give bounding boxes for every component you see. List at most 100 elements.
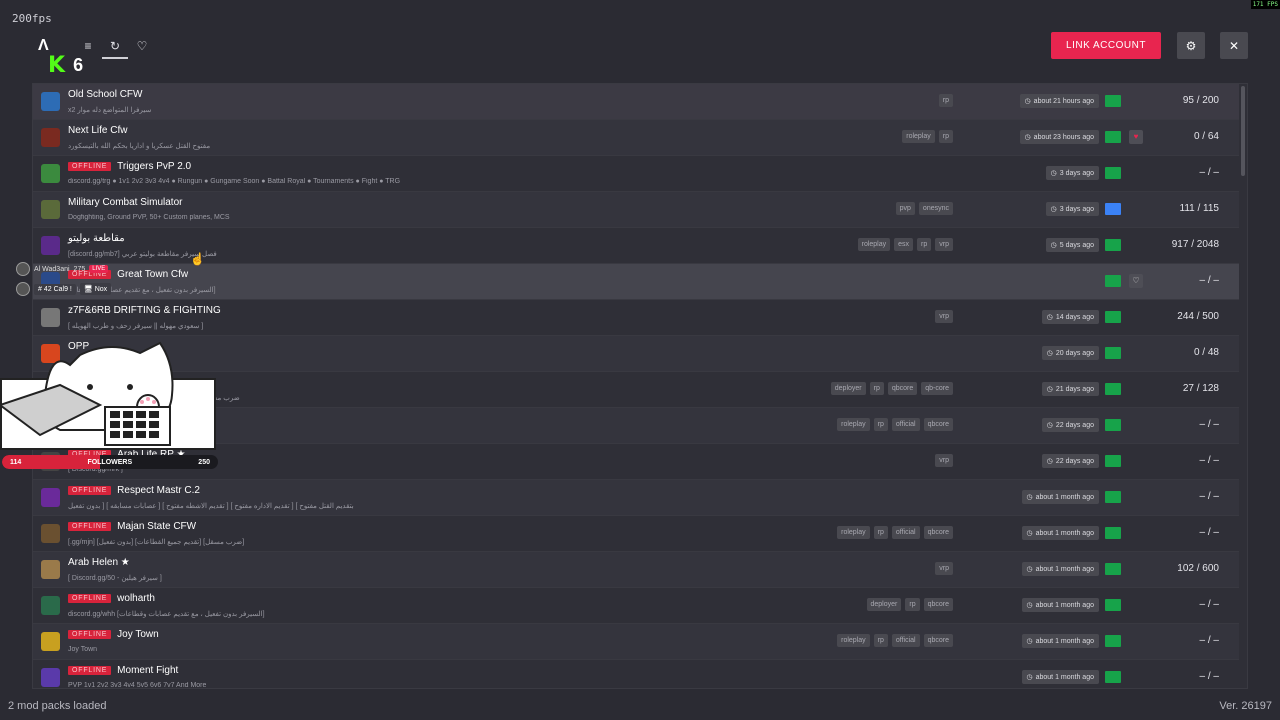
server-logo-icon bbox=[41, 524, 60, 543]
server-tag[interactable]: esx bbox=[894, 238, 914, 251]
server-row[interactable]: OFFLINE Moment Fight PVP 1v1 2v2 3v3 4v4 5… bbox=[33, 660, 1239, 688]
favorite-heart-icon[interactable]: ♥ bbox=[1129, 130, 1143, 144]
server-tag[interactable]: official bbox=[891, 418, 920, 431]
clock-icon: ◷ bbox=[1050, 242, 1057, 249]
server-tag[interactable]: rp bbox=[917, 238, 932, 251]
server-tag[interactable]: vrp bbox=[935, 454, 953, 467]
server-tag[interactable]: rp bbox=[873, 418, 888, 431]
close-icon[interactable]: ✕ bbox=[1220, 32, 1248, 59]
server-tags: vrp bbox=[935, 310, 953, 323]
server-tags: roleplay rp official qbcore bbox=[837, 526, 953, 539]
server-tag[interactable]: official bbox=[891, 526, 920, 539]
history-icon[interactable]: ↻ bbox=[107, 38, 123, 54]
server-description: x2 سيرفرا المتواضع دله موار bbox=[68, 107, 152, 114]
server-tag[interactable]: rp bbox=[905, 598, 920, 611]
avatar bbox=[16, 282, 30, 296]
server-logo-icon bbox=[41, 668, 60, 687]
server-row[interactable]: OFFLINE Joy Town Joy Town roleplay rp officia… bbox=[33, 624, 1239, 660]
server-tags: roleplay esx rp vrp bbox=[857, 238, 953, 251]
server-logo-icon bbox=[41, 128, 60, 147]
server-description: [ Discord.gg/50 - سيرفر هيلين ] bbox=[68, 575, 162, 582]
server-tag[interactable]: vrp bbox=[935, 238, 953, 251]
live-tag: 🖥 Nox bbox=[79, 283, 112, 295]
server-tag[interactable]: qb-core bbox=[921, 382, 953, 395]
server-tag[interactable]: qbcore bbox=[923, 634, 953, 647]
last-seen-badge: ◷ about 23 hours ago bbox=[1019, 130, 1099, 144]
settings-icon[interactable]: ⚙ bbox=[1177, 32, 1205, 59]
fps-counter: 200fps bbox=[12, 12, 52, 25]
scrollbar[interactable] bbox=[1241, 86, 1245, 176]
last-seen-text: 3 days ago bbox=[1059, 205, 1094, 213]
live-tags-row: # 42 Cal9 ! 🖥 Nox bbox=[16, 279, 141, 299]
clock-icon: ◷ bbox=[1026, 566, 1033, 573]
server-row[interactable]: OFFLINE Respect Mastr C.2 بتقديم القتل مفت… bbox=[33, 480, 1239, 516]
server-row[interactable]: Arab Helen ★ [ Discord.gg/50 - سيرفر هيلي… bbox=[33, 552, 1239, 588]
server-tag[interactable]: pvp bbox=[895, 202, 915, 215]
server-row[interactable]: مقاطعة بوليتو [discord.gg/mb7] فصل سيرفر … bbox=[33, 228, 1239, 264]
player-count: 111 / 115 bbox=[1179, 203, 1219, 214]
last-seen-text: 20 days ago bbox=[1055, 349, 1094, 357]
country-flag-icon bbox=[1105, 239, 1121, 251]
server-row[interactable]: Military Combat Simulator Dogfighting, Gr… bbox=[33, 192, 1239, 228]
last-seen-text: 21 days ago bbox=[1055, 385, 1094, 393]
server-tag[interactable]: roleplay bbox=[837, 634, 870, 647]
server-tag[interactable]: rp bbox=[938, 130, 953, 143]
player-count: – / – bbox=[1199, 599, 1219, 610]
last-seen-text: 22 days ago bbox=[1055, 421, 1094, 429]
server-name-line: OFFLINE Respect Mastr C.2 bbox=[68, 485, 200, 496]
server-tag[interactable]: deployer bbox=[830, 382, 866, 395]
live-user-row: Al Wad3ani 275 LIVE bbox=[16, 259, 141, 279]
last-seen-badge: ◷ 3 days ago bbox=[1045, 202, 1099, 216]
followers-goal-bar: 114 FOLLOWERS 250 bbox=[2, 455, 218, 469]
server-tag[interactable]: qbcore bbox=[923, 418, 953, 431]
server-description: discord.gg/whh [السيرفر بدون تفعيل ، مع … bbox=[68, 611, 265, 618]
server-row[interactable]: OFFLINE wolharth discord.gg/whh [السيرفر ب… bbox=[33, 588, 1239, 624]
offline-badge: OFFLINE bbox=[68, 594, 112, 603]
server-tag[interactable]: qbcore bbox=[887, 382, 918, 395]
server-row[interactable]: OFFLINE Majan State CFW [.gg/mjn] [بدون تف… bbox=[33, 516, 1239, 552]
link-account-button[interactable]: LINK ACCOUNT bbox=[1051, 32, 1161, 59]
server-tag[interactable]: roleplay bbox=[902, 130, 935, 143]
last-seen-badge: ◷ about 1 month ago bbox=[1021, 598, 1099, 612]
server-tag[interactable]: onesync bbox=[918, 202, 953, 215]
server-tag[interactable]: roleplay bbox=[857, 238, 891, 251]
server-tag[interactable]: deployer bbox=[866, 598, 902, 611]
player-count: 0 / 64 bbox=[1193, 131, 1219, 142]
server-logo-icon bbox=[41, 236, 60, 255]
server-tag[interactable]: qbcore bbox=[923, 526, 953, 539]
favorite-heart-icon[interactable]: ♡ bbox=[1129, 274, 1143, 288]
server-name-line: Military Combat Simulator bbox=[68, 197, 182, 208]
bongo-cat-icon bbox=[0, 341, 174, 446]
server-logo-icon bbox=[41, 164, 60, 183]
player-count: – / – bbox=[1199, 455, 1219, 466]
menu-icon[interactable]: ≡ bbox=[80, 38, 96, 54]
server-tags: roleplay rp official qbcore bbox=[837, 418, 953, 431]
server-tag[interactable]: roleplay bbox=[837, 418, 870, 431]
server-tag[interactable]: roleplay bbox=[837, 526, 870, 539]
country-flag-icon bbox=[1105, 455, 1121, 467]
server-row[interactable]: Old School CFW x2 سيرفرا المتواضع دله موا… bbox=[33, 84, 1239, 120]
server-tag[interactable]: vrp bbox=[935, 310, 953, 323]
last-seen-text: about 23 hours ago bbox=[1033, 133, 1094, 141]
mouse-cursor-icon: ☝ bbox=[190, 252, 205, 266]
clock-icon: ◷ bbox=[1046, 458, 1053, 465]
server-row[interactable]: Next Life Cfw مفتوح القتل عسكريا و اداريا… bbox=[33, 120, 1239, 156]
country-flag-icon bbox=[1105, 635, 1121, 647]
heart-icon[interactable]: ♡ bbox=[134, 38, 150, 54]
server-row[interactable]: OFFLINE Triggers PvP 2.0 discord.gg/trg ● … bbox=[33, 156, 1239, 192]
server-tag[interactable]: vrp bbox=[935, 562, 953, 575]
player-count: 95 / 200 bbox=[1182, 95, 1219, 106]
server-tag[interactable]: rp bbox=[873, 634, 888, 647]
server-tag[interactable]: qbcore bbox=[923, 598, 953, 611]
server-tag[interactable]: official bbox=[891, 634, 920, 647]
server-tags: deployer rp qbcore bbox=[866, 598, 953, 611]
country-flag-icon bbox=[1105, 419, 1121, 431]
server-tag[interactable]: rp bbox=[869, 382, 884, 395]
live-viewers: 275 bbox=[73, 265, 86, 273]
server-description: مفتوح القتل عسكريا و اداريا بحكم الله با… bbox=[68, 143, 211, 150]
fps-corner-counter: 171 FPS bbox=[1250, 0, 1280, 9]
server-row[interactable]: OFFLINEGreat Town Cfw[السيرفر بدون تفعيل… bbox=[33, 264, 1239, 300]
server-tag[interactable]: rp bbox=[938, 94, 953, 107]
server-tag[interactable]: rp bbox=[873, 526, 888, 539]
server-logo-icon bbox=[41, 632, 60, 651]
